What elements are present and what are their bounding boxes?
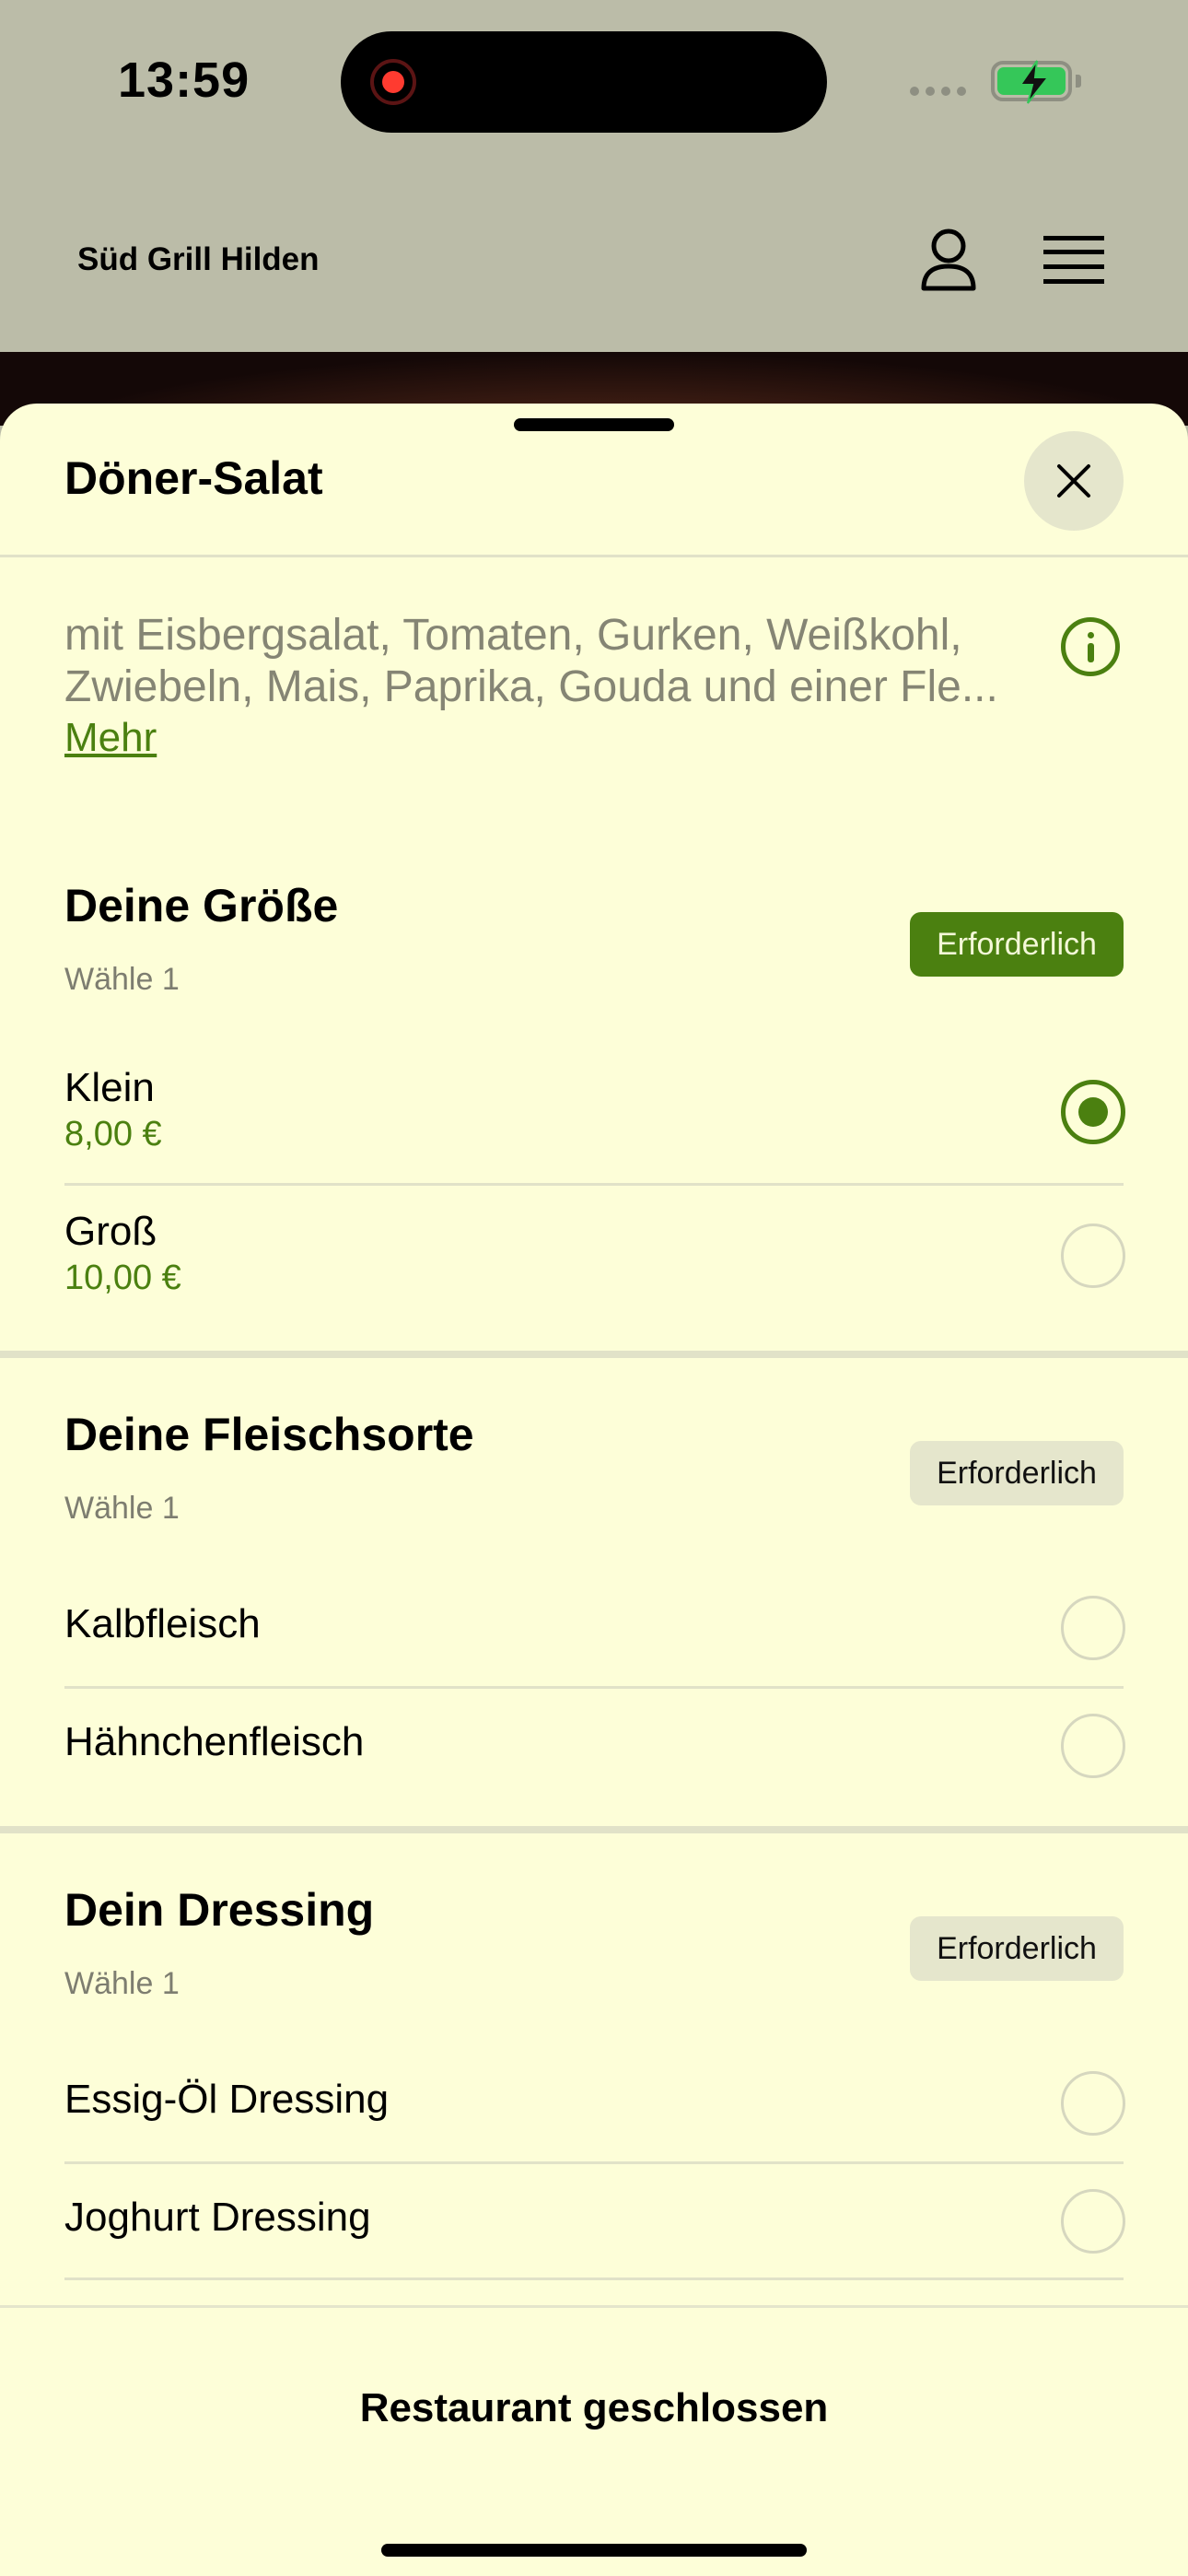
restaurant-name: Süd Grill Hilden <box>77 241 320 277</box>
section-separator <box>0 1826 1188 1833</box>
home-indicator[interactable] <box>381 2544 807 2557</box>
radio-button-selected[interactable] <box>1061 1080 1125 1144</box>
restaurant-closed-label: Restaurant geschlossen <box>359 2385 829 2430</box>
radio-button[interactable] <box>1061 1714 1125 1778</box>
option-name: Essig-Öl Dressing <box>64 2077 390 2122</box>
radio-button[interactable] <box>1061 2071 1125 2136</box>
account-button[interactable] <box>912 223 985 297</box>
radio-button[interactable] <box>1061 2189 1125 2254</box>
group-subtitle-dressing: Wähle 1 <box>64 1966 180 2001</box>
section-separator <box>0 1351 1188 1358</box>
group-subtitle-meat: Wähle 1 <box>64 1491 180 1526</box>
option-price: 10,00 € <box>64 1259 181 1297</box>
menu-icon <box>1043 236 1104 284</box>
divider <box>64 1686 1124 1689</box>
recording-icon <box>370 59 416 105</box>
option-name: Groß <box>64 1209 157 1254</box>
dynamic-island <box>341 31 827 133</box>
group-title-size: Deine Größe <box>64 880 339 931</box>
status-bar: 13:59 <box>0 0 1188 166</box>
divider <box>64 1183 1124 1186</box>
divider <box>0 555 1188 557</box>
close-button[interactable] <box>1024 431 1124 531</box>
radio-button[interactable] <box>1061 1596 1125 1660</box>
radio-button[interactable] <box>1061 1224 1125 1288</box>
divider <box>64 2161 1124 2164</box>
signal-icon <box>910 87 966 96</box>
charging-bolt-icon <box>1019 60 1051 104</box>
sheet-grabber[interactable] <box>514 418 674 431</box>
user-icon <box>921 228 976 291</box>
status-time: 13:59 <box>118 53 250 108</box>
option-name: Kalbfleisch <box>64 1601 261 1646</box>
divider <box>64 2277 1124 2280</box>
footer-bar: Restaurant geschlossen <box>0 2305 1188 2576</box>
product-description: mit Eisbergsalat, Tomaten, Gurken, Weißk… <box>64 611 998 711</box>
option-name: Joghurt Dressing <box>64 2195 371 2240</box>
app-header: Süd Grill Hilden <box>0 166 1188 352</box>
required-badge-size: Erforderlich <box>910 912 1124 977</box>
group-subtitle-size: Wähle 1 <box>64 962 180 997</box>
group-title-dressing: Dein Dressing <box>64 1884 375 1936</box>
more-link[interactable]: Mehr <box>64 715 157 761</box>
required-badge-meat: Erforderlich <box>910 1441 1124 1505</box>
product-sheet: Döner-Salat mit Eisbergsalat, Tomaten, G… <box>0 404 1188 2576</box>
menu-button[interactable] <box>1037 223 1111 297</box>
battery-icon <box>991 60 1081 104</box>
option-name: Hähnchenfleisch <box>64 1719 365 1764</box>
product-title: Döner-Salat <box>64 452 323 504</box>
option-price: 8,00 € <box>64 1115 162 1153</box>
close-icon <box>1057 464 1090 498</box>
option-name: Klein <box>64 1065 155 1110</box>
group-title-meat: Deine Fleischsorte <box>64 1409 474 1460</box>
info-icon[interactable] <box>1061 617 1120 676</box>
required-badge-dressing: Erforderlich <box>910 1916 1124 1981</box>
